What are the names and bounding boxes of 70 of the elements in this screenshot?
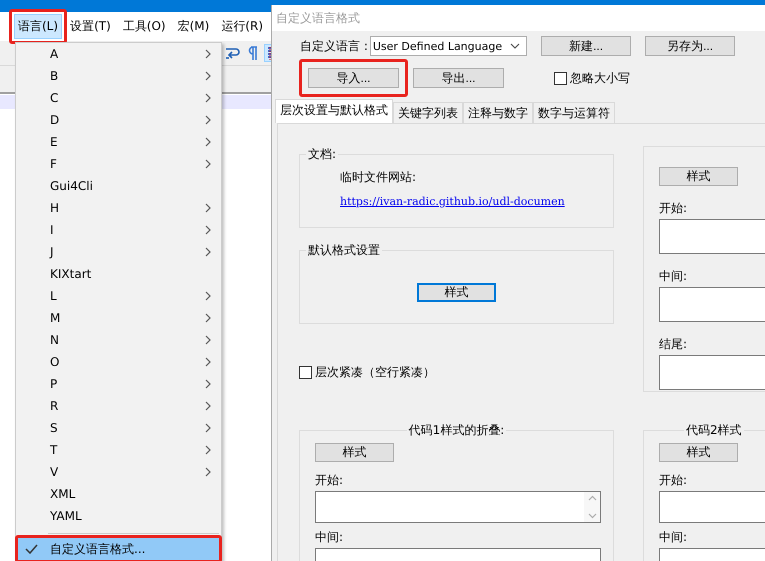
menu-item[interactable]: T <box>18 439 219 461</box>
field-label: 自定义语言 : <box>300 38 368 54</box>
checkbox-label: 层次紧凑（空行紧凑） <box>315 364 435 381</box>
word-wrap-icon <box>224 45 240 61</box>
tab[interactable]: 注释与数字 <box>463 102 533 123</box>
dialog-button[interactable]: 导入... <box>308 68 399 88</box>
menu-item[interactable]: XML <box>18 483 219 505</box>
caret-icon <box>510 43 520 49</box>
menu-item[interactable]: J <box>18 241 219 263</box>
menu-item[interactable]: I <box>18 219 219 241</box>
menu-item[interactable]: P <box>18 373 219 395</box>
menu-item[interactable]: 自定义语言格式... <box>18 538 219 560</box>
menu-item[interactable]: D <box>18 109 219 131</box>
field-label: 中间: <box>659 529 688 546</box>
menu-item[interactable]: 运行(R) <box>217 14 267 38</box>
window-title: 自定义语言格式 <box>272 5 765 31</box>
text-field[interactable] <box>315 491 601 523</box>
menu-item[interactable]: 设置(T) <box>66 14 115 38</box>
menu-item[interactable]: S <box>18 417 219 439</box>
menu-item[interactable]: N <box>18 329 219 351</box>
menu-item[interactable]: YAML <box>18 505 219 527</box>
field-label: 开始: <box>659 200 688 217</box>
text-field[interactable] <box>659 355 765 390</box>
checkbox-label: 忽略大小写 <box>570 70 630 86</box>
menu-item[interactable]: L <box>18 285 219 307</box>
text-field[interactable] <box>659 491 765 523</box>
text-field[interactable] <box>659 287 765 322</box>
menu-item[interactable]: R <box>18 395 219 417</box>
group-title: 代码1样式的折叠: <box>408 422 506 439</box>
dialog-button[interactable]: 另存为... <box>645 36 736 56</box>
tab[interactable]: 层次设置与默认格式 <box>275 99 393 123</box>
field-label: 中间: <box>315 529 344 546</box>
group-title: 代码2样式 <box>685 422 743 439</box>
field-label: 结尾: <box>659 336 688 353</box>
checkbox[interactable] <box>554 72 567 84</box>
menu-item[interactable]: E <box>18 131 219 153</box>
dialog-button[interactable]: 新建... <box>541 36 632 56</box>
menu-item[interactable]: V <box>18 461 219 483</box>
menu-item[interactable]: F <box>18 153 219 175</box>
menu-item[interactable]: Gui4Cli <box>18 175 219 197</box>
style-button[interactable]: 样式 <box>659 167 738 186</box>
menu-item[interactable]: 宏(M) <box>174 14 214 38</box>
scroll-up-icon <box>588 495 596 501</box>
group-title: 文档: <box>307 146 338 163</box>
dialog-button[interactable]: 导出... <box>413 68 504 88</box>
group-title: 默认格式设置 <box>307 242 381 259</box>
language-dropdown[interactable]: User Defined Language <box>370 36 528 56</box>
field-label: 中间: <box>659 268 688 285</box>
menu-item[interactable]: M <box>18 307 219 329</box>
menu-item[interactable]: 工具(O) <box>118 14 170 38</box>
style-button[interactable]: 样式 <box>659 443 738 462</box>
menu-item[interactable]: H <box>18 197 219 219</box>
field-label: 开始: <box>659 472 688 489</box>
menu-item[interactable]: C <box>18 87 219 109</box>
tab[interactable]: 关键字列表 <box>393 102 463 123</box>
style-button[interactable]: 样式 <box>417 283 496 302</box>
tab[interactable]: 数字与运算符 <box>533 102 615 123</box>
pilcrow-icon <box>246 45 258 61</box>
menu-item[interactable]: A <box>18 43 219 65</box>
documentation-link[interactable]: https://ivan-radic.github.io/udl-documen <box>340 195 613 208</box>
field-label: 临时文件网站: <box>340 169 418 186</box>
menu-item[interactable]: B <box>18 65 219 87</box>
scroll-down-icon <box>588 513 596 519</box>
menu-item[interactable]: KIXtart <box>18 263 219 285</box>
menu-item[interactable]: O <box>18 351 219 373</box>
style-button[interactable]: 样式 <box>315 443 394 462</box>
text-field[interactable] <box>659 219 765 254</box>
menu-item[interactable]: 语言(L) <box>14 14 62 38</box>
checkbox[interactable] <box>299 366 312 379</box>
field-label: 开始: <box>315 472 344 489</box>
